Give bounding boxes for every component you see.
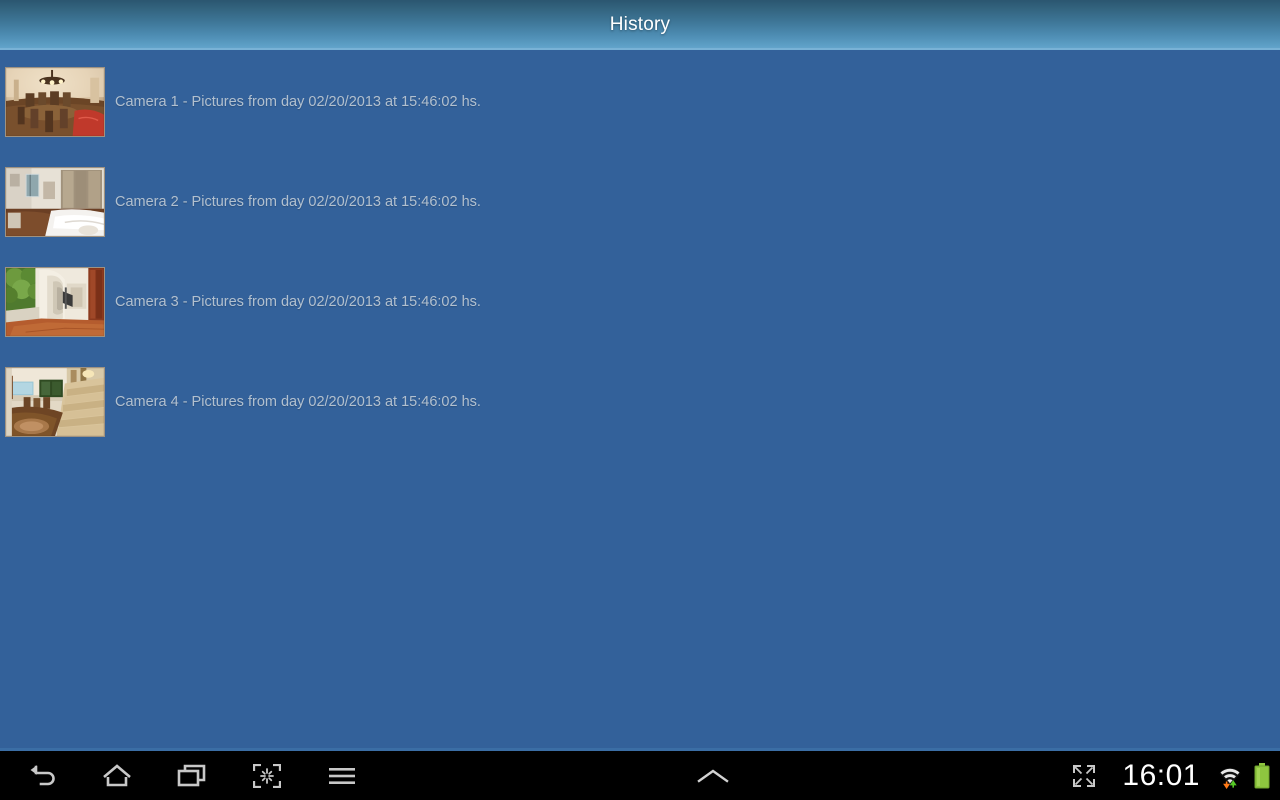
list-item-label: Camera 2 - Pictures from day 02/20/2013 …: [115, 194, 481, 210]
title-bar: History: [0, 0, 1280, 50]
list-item-label: Camera 4 - Pictures from day 02/20/2013 …: [115, 394, 481, 410]
recent-apps-button[interactable]: [168, 753, 216, 798]
list-item-label: Camera 1 - Pictures from day 02/20/2013 …: [115, 94, 481, 110]
history-screen: History Camera 1 - Pictures from day 02/…: [0, 0, 1280, 800]
back-arrow-icon: [30, 764, 55, 785]
dining-room-thumbnail[interactable]: [5, 67, 105, 137]
outdoor-corridor-thumbnail[interactable]: [5, 267, 105, 337]
nav-center-group: [366, 753, 1060, 798]
screenshot-button[interactable]: [243, 753, 291, 798]
recent-apps-icon: [177, 764, 206, 786]
fullscreen-expand-icon: [1073, 764, 1096, 787]
nav-left-group: [0, 753, 366, 798]
nav-right-group: 16:01: [1060, 753, 1280, 798]
list-item-label: Camera 3 - Pictures from day 02/20/2013 …: [115, 294, 481, 310]
list-item[interactable]: Camera 2 - Pictures from day 02/20/2013 …: [0, 152, 1280, 252]
status-clock: 16:01: [1122, 758, 1200, 792]
menu-button[interactable]: [318, 753, 366, 798]
battery-status-icon: [1254, 762, 1270, 789]
history-list[interactable]: Camera 1 - Pictures from day 02/20/2013 …: [0, 52, 1280, 748]
page-title: History: [609, 14, 671, 35]
list-item[interactable]: Camera 1 - Pictures from day 02/20/2013 …: [0, 52, 1280, 152]
expand-status-button[interactable]: [689, 753, 737, 798]
home-button[interactable]: [93, 753, 141, 798]
bedroom-thumbnail[interactable]: [5, 167, 105, 237]
menu-icon: [329, 767, 355, 784]
back-button[interactable]: [18, 753, 66, 798]
battery-full-icon: [1254, 762, 1270, 788]
screenshot-capture-icon: [253, 763, 281, 788]
wifi-status-icon: [1218, 763, 1242, 789]
list-item[interactable]: Camera 3 - Pictures from day 02/20/2013 …: [0, 252, 1280, 352]
wifi-signal-icon: [1219, 767, 1241, 789]
list-item[interactable]: Camera 4 - Pictures from day 02/20/2013 …: [0, 352, 1280, 452]
fullscreen-button[interactable]: [1060, 753, 1108, 798]
chevron-up-icon: [697, 769, 729, 783]
system-navigation-bar: 16:01: [0, 748, 1280, 800]
living-room-stairs-thumbnail[interactable]: [5, 367, 105, 437]
home-icon: [103, 763, 131, 786]
